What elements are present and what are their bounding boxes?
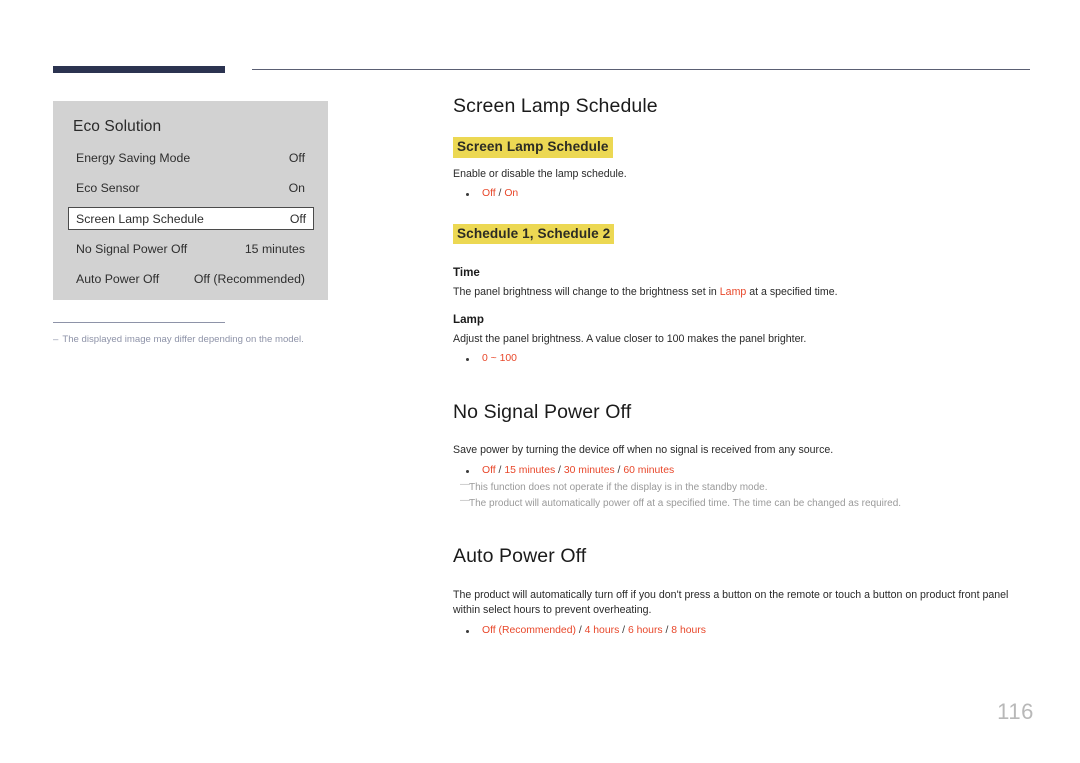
- osd-row-label: Energy Saving Mode: [76, 151, 191, 165]
- osd-row-value: Off: [289, 211, 306, 226]
- list-item: Off (Recommended) / 4 hours / 6 hours / …: [466, 623, 1033, 639]
- note-text: The product will automatically power off…: [469, 497, 902, 509]
- side-note: – The displayed image may differ dependin…: [53, 322, 343, 346]
- note-dash-icon: —: [460, 479, 470, 491]
- option-separator: /: [555, 464, 564, 476]
- osd-row-value: Off: [288, 151, 305, 165]
- description-time: The panel brightness will change to the …: [453, 285, 1033, 300]
- section-title-screen-lamp-schedule: Screen Lamp Schedule: [453, 95, 658, 117]
- header-rule: [53, 66, 1030, 74]
- side-note-dash: –: [53, 334, 59, 345]
- osd-row-eco-sensor[interactable]: Eco Sensor On: [73, 177, 308, 199]
- description-auto-power-off: The product will automatically turn off …: [453, 588, 1009, 617]
- option-value: On: [504, 188, 519, 200]
- option-separator: /: [619, 624, 628, 636]
- description-time-part1: The panel brightness will change to the …: [453, 285, 720, 298]
- option-value: 8 hours: [671, 624, 706, 636]
- header-bar-thin: [252, 69, 1030, 70]
- options-list-auto-power-off: Off (Recommended) / 4 hours / 6 hours / …: [453, 623, 1033, 639]
- osd-row-label: Auto Power Off: [76, 272, 160, 286]
- option-separator: /: [575, 624, 585, 636]
- options-list-screen-lamp-schedule: Off / On: [453, 186, 1033, 202]
- list-item: Off / On: [466, 186, 1033, 202]
- option-value: 60 minutes: [623, 464, 675, 476]
- options-list-no-signal-power-off: Off / 15 minutes / 30 minutes / 60 minut…: [453, 463, 1033, 479]
- list-item: Off / 15 minutes / 30 minutes / 60 minut…: [466, 463, 1033, 479]
- description-no-signal-power-off: Save power by turning the device off whe…: [453, 444, 834, 457]
- option-value: 4 hours: [584, 624, 620, 636]
- osd-row-value: On: [288, 181, 305, 195]
- highlight-heading-screen-lamp-schedule: Screen Lamp Schedule: [453, 137, 613, 158]
- osd-row-value: Off (Recommended): [193, 272, 305, 286]
- list-item: 0 ~ 100: [466, 351, 1033, 367]
- option-value: 0 ~ 100: [482, 353, 517, 365]
- option-separator: /: [662, 624, 672, 636]
- note-text: This function does not operate if the di…: [469, 482, 768, 494]
- highlight-heading-schedules: Schedule 1, Schedule 2: [453, 223, 615, 244]
- header-bar-thick: [53, 66, 225, 73]
- description-screen-lamp-schedule: Enable or disable the lamp schedule.: [453, 167, 627, 180]
- side-note-text: – The displayed image may differ dependin…: [53, 334, 343, 346]
- osd-row-value: 15 minutes: [244, 242, 305, 256]
- section-title-auto-power-off: Auto Power Off: [453, 545, 587, 568]
- subheading-lamp: Lamp: [453, 313, 484, 327]
- option-value: 30 minutes: [563, 464, 615, 476]
- note-dash-icon: —: [460, 494, 470, 506]
- option-value: 15 minutes: [504, 464, 556, 476]
- option-value: Off: [482, 188, 496, 200]
- osd-menu-title: Eco Solution: [73, 118, 162, 135]
- inline-reference-lamp[interactable]: Lamp: [720, 286, 747, 298]
- option-value: 6 hours: [627, 624, 663, 636]
- osd-row-screen-lamp-schedule[interactable]: Screen Lamp Schedule Off: [68, 207, 314, 230]
- option-value: Off: [482, 464, 496, 476]
- subheading-time: Time: [453, 265, 480, 279]
- page-number: 116: [997, 699, 1034, 724]
- osd-row-label: Eco Sensor: [76, 181, 140, 195]
- option-value: Off (Recommended): [482, 624, 576, 636]
- osd-row-energy-saving-mode[interactable]: Energy Saving Mode Off: [73, 147, 308, 169]
- description-lamp: Adjust the panel brightness. A value clo…: [453, 333, 807, 346]
- description-time-part2: at a specified time.: [746, 285, 838, 298]
- section-title-no-signal-power-off: No Signal Power Off: [453, 400, 632, 423]
- osd-menu-panel: Eco Solution Energy Saving Mode Off Eco …: [53, 101, 328, 300]
- note-no-signal-2: —The product will automatically power of…: [453, 494, 1033, 512]
- main-content: Screen Lamp Schedule Screen Lamp Schedul…: [453, 95, 1033, 640]
- side-note-divider: [53, 322, 225, 323]
- osd-row-no-signal-power-off[interactable]: No Signal Power Off 15 minutes: [73, 238, 308, 260]
- options-list-lamp: 0 ~ 100: [453, 351, 1033, 367]
- osd-row-label: Screen Lamp Schedule: [76, 211, 204, 226]
- note-no-signal-1: —This function does not operate if the d…: [453, 479, 1033, 496]
- osd-row-label: No Signal Power Off: [76, 242, 188, 256]
- side-note-body: The displayed image may differ depending…: [62, 334, 304, 345]
- osd-row-auto-power-off[interactable]: Auto Power Off Off (Recommended): [73, 268, 308, 290]
